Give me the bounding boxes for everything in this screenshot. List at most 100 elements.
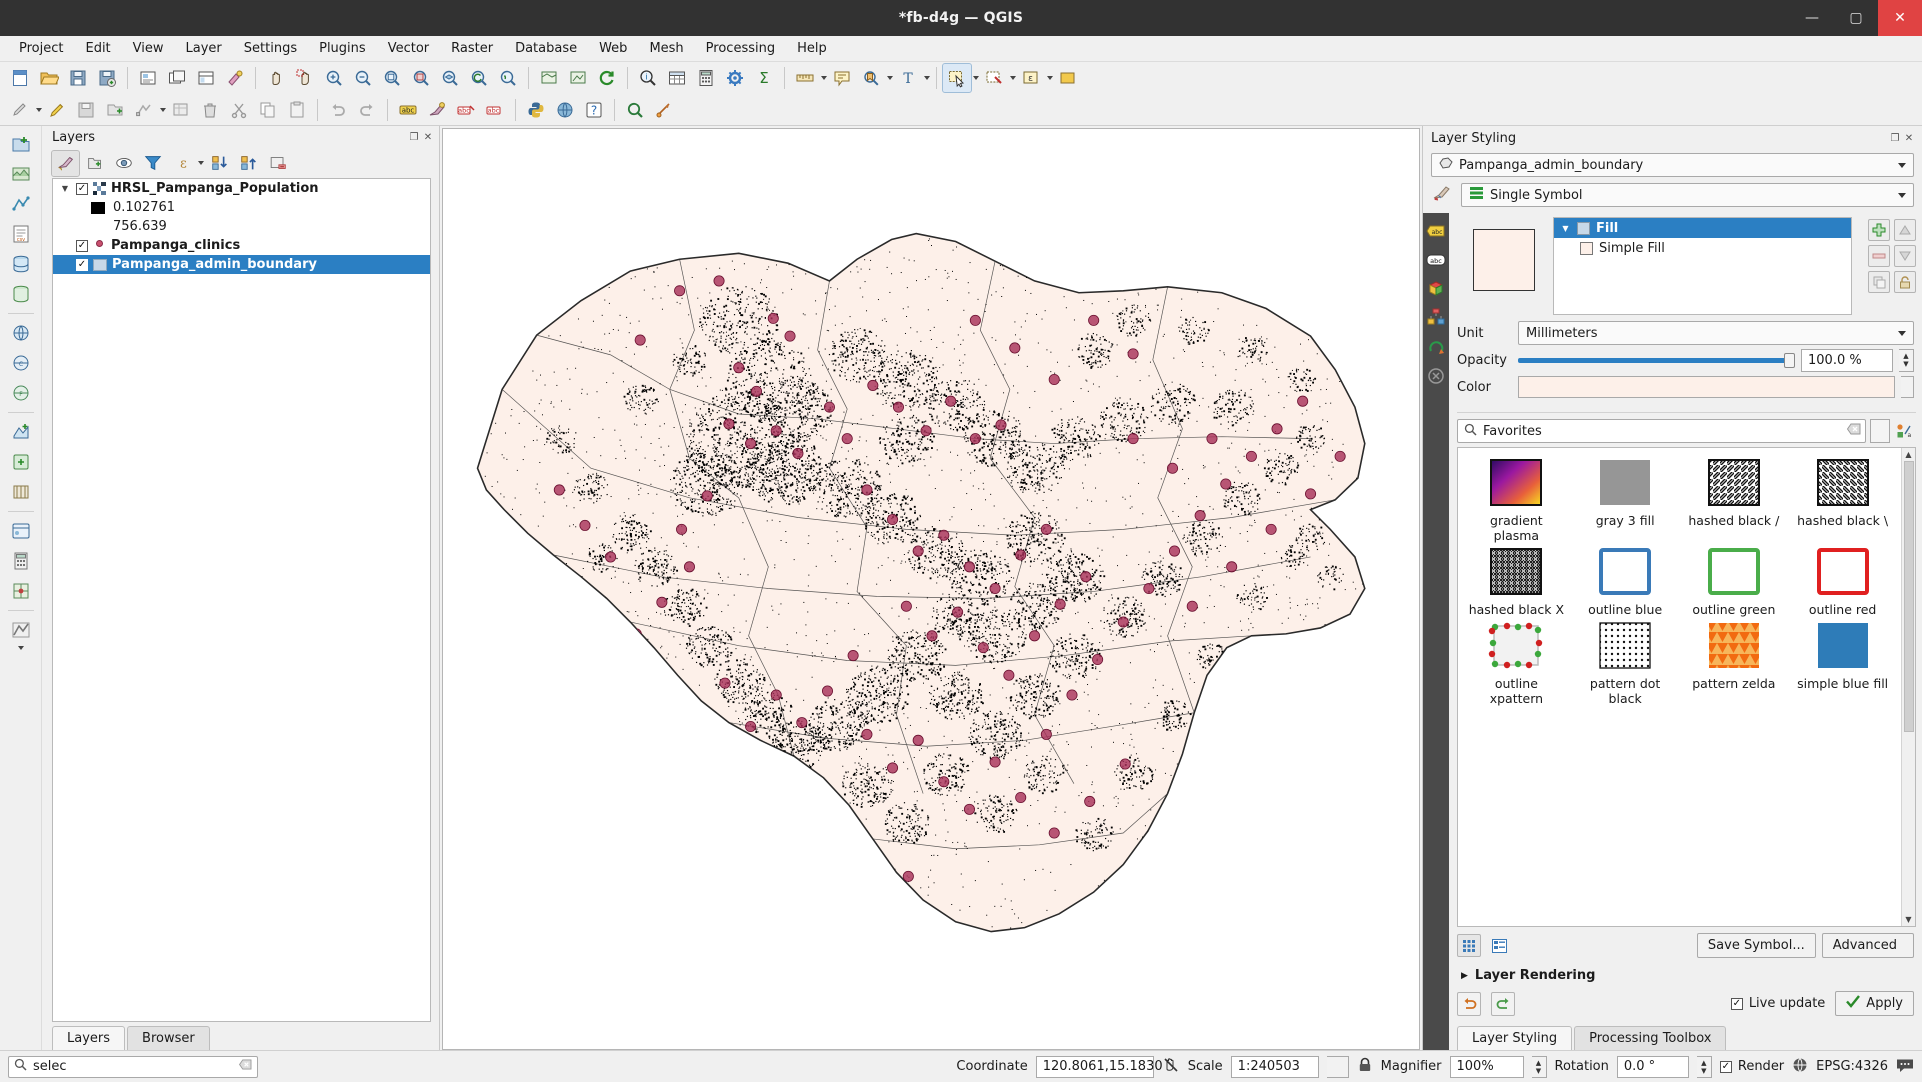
masks-tab-icon[interactable]: abc [1426,250,1446,270]
layers-tree[interactable]: ▼ ✓ HRSL_Pampanga_Population 0.10 [52,178,431,1022]
undo-icon[interactable] [324,96,352,124]
help-contents-icon[interactable]: ? [580,96,608,124]
symbol-item-outline-red[interactable]: outline red [1788,547,1897,617]
3d-view-tab-icon[interactable] [1426,279,1446,299]
pan-to-selection-icon[interactable] [291,64,319,92]
redo-style-button[interactable] [1491,992,1515,1016]
tab-layer-styling[interactable]: Layer Styling [1457,1026,1572,1050]
deselect-features-icon[interactable] [980,64,1008,92]
menu-edit[interactable]: Edit [74,38,121,59]
delete-selected-icon[interactable] [196,96,224,124]
current-edits-caret[interactable] [36,108,42,112]
live-update-checkbox-group[interactable]: ✓ Live update [1731,996,1825,1011]
tab-browser[interactable]: Browser [127,1026,210,1050]
symbol-item-outline-xpattern[interactable]: outline xpattern [1462,621,1571,706]
lock-colors-button[interactable] [1894,271,1916,293]
save-layer-edits-icon[interactable] [72,96,100,124]
map-canvas[interactable] [442,128,1420,1050]
zoom-last-icon[interactable] [465,64,493,92]
menu-help[interactable]: Help [786,38,838,59]
save-project-as-icon[interactable] [93,64,121,92]
new-shapefile-layer-icon[interactable] [6,418,36,446]
open-data-source-manager-icon[interactable] [6,517,36,545]
zoom-out-icon[interactable] [349,64,377,92]
select-features-icon[interactable] [943,64,971,92]
coordinate-field[interactable]: 120.8061,15.1830 [1036,1056,1154,1078]
filter-legend-expression-icon[interactable]: ε [168,151,195,176]
styling-dock-icon[interactable] [423,96,451,124]
symbol-item-hashed-black-back[interactable]: hashed black \ [1788,458,1897,543]
messages-icon[interactable] [1896,1057,1914,1077]
paste-features-icon[interactable] [283,96,311,124]
duplicate-symbol-layer-button[interactable] [1868,271,1890,293]
magnifier-stepper[interactable]: ▲▼ [1532,1056,1547,1078]
add-mesh-layer-icon[interactable] [6,190,36,218]
collapse-all-icon[interactable] [235,151,262,176]
open-layer-styling-panel-icon[interactable] [52,151,79,176]
menu-layer[interactable]: Layer [175,38,233,59]
new-project-icon[interactable] [6,64,34,92]
symbol-item-gradient-plasma[interactable]: gradient plasma [1462,458,1571,543]
redo-icon[interactable] [353,96,381,124]
menu-vector[interactable]: Vector [377,38,440,59]
new-3d-map-view-icon[interactable] [564,64,592,92]
unit-combo[interactable]: Millimeters [1518,321,1914,345]
add-symbol-layer-button[interactable] [1868,219,1890,241]
scroll-thumb[interactable] [1904,461,1914,732]
statistical-summary-icon[interactable]: Σ [750,64,778,92]
select-by-expression-icon[interactable]: ε [1017,64,1045,92]
move-down-button[interactable] [1894,245,1916,267]
layer-visibility-checkbox[interactable]: ✓ [76,240,88,252]
lock-scale-icon[interactable] [1357,1057,1373,1077]
rotation-stepper[interactable]: ▲▼ [1697,1056,1712,1078]
magnifier-field[interactable]: 100% [1450,1056,1524,1078]
move-up-button[interactable] [1894,219,1916,241]
crs-globe-icon[interactable] [1792,1057,1808,1077]
add-raster-layer-icon[interactable] [6,160,36,188]
open-attribute-table-icon[interactable] [663,64,691,92]
layer-rendering-section[interactable]: ▶ Layer Rendering [1457,962,1916,987]
add-wcs-layer-icon[interactable]: C [6,349,36,377]
show-layouts-icon[interactable] [192,64,220,92]
symbol-search-value[interactable]: Favorites [1483,424,1841,439]
add-group-icon[interactable] [81,151,108,176]
chevron-down-icon[interactable] [1898,331,1906,336]
undo-style-button[interactable] [1457,992,1481,1016]
maximize-button[interactable]: ▢ [1834,0,1878,36]
expression-dropdown-caret[interactable] [1047,76,1053,80]
select-location-icon[interactable] [650,96,678,124]
save-project-icon[interactable] [64,64,92,92]
plugin-manager-icon[interactable] [551,96,579,124]
tab-processing-toolbox[interactable]: Processing Toolbox [1574,1026,1726,1050]
field-calculator-icon[interactable] [692,64,720,92]
symbol-tree-row-simple-fill[interactable]: Simple Fill [1554,238,1851,258]
symbol-item-pattern-zelda[interactable]: pattern zelda [1680,621,1789,706]
menu-settings[interactable]: Settings [233,38,308,59]
zoom-next-icon[interactable] [494,64,522,92]
locator-search-field[interactable]: selec [8,1056,258,1078]
menu-plugins[interactable]: Plugins [308,38,377,59]
rotation-field[interactable]: 0.0 ° [1617,1056,1689,1078]
layer-row-pampanga-admin-boundary[interactable]: ✓ Pampanga_admin_boundary [53,255,430,274]
layout-manager-icon[interactable] [163,64,191,92]
minimize-button[interactable]: — [1790,0,1834,36]
menu-project[interactable]: Project [8,38,74,59]
chevron-down-icon[interactable] [1898,163,1906,168]
tab-layers[interactable]: Layers [52,1026,125,1050]
zoom-in-icon[interactable] [320,64,348,92]
georeferencer-icon[interactable] [6,577,36,605]
modify-attributes-icon[interactable] [167,96,195,124]
overview-caret[interactable] [18,646,24,650]
labels-tab-icon[interactable]: abc [1426,221,1446,241]
menu-database[interactable]: Database [504,38,588,59]
symbol-grid-scroll[interactable]: ▲ ▼ [1901,448,1915,926]
menu-processing[interactable]: Processing [695,38,786,59]
advanced-button[interactable]: Advanced [1822,933,1914,958]
symbol-item-pattern-dot-black[interactable]: pattern dot black [1571,621,1680,706]
expander-icon[interactable]: ▼ [1560,224,1571,233]
measure-line-icon[interactable] [791,64,819,92]
expander-icon[interactable]: ▼ [59,184,71,193]
chevron-down-icon[interactable] [1898,193,1906,198]
zoom-layer-icon[interactable] [436,64,464,92]
apply-button[interactable]: Apply [1835,991,1914,1016]
